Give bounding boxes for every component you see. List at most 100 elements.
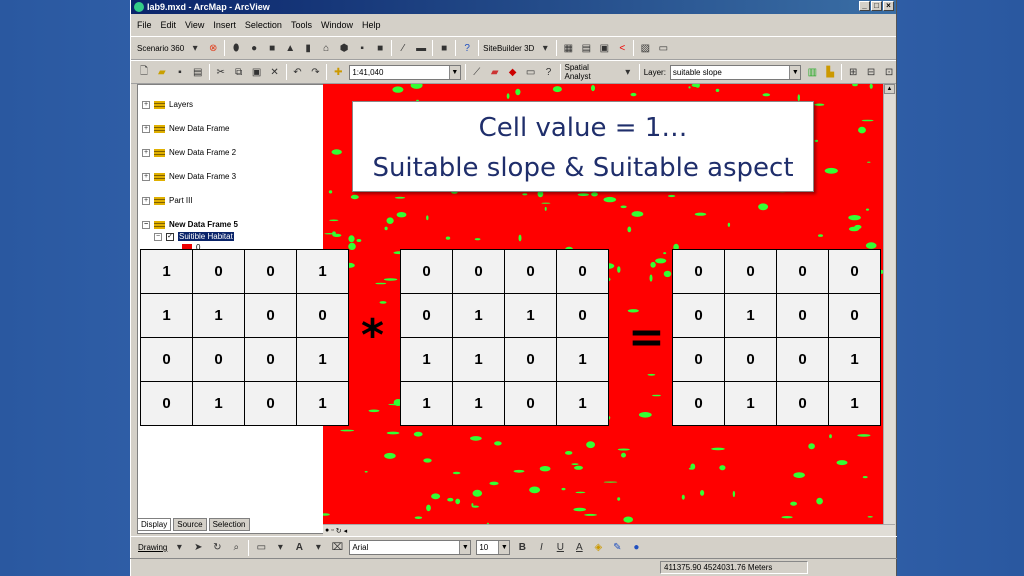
italic-icon[interactable]: I <box>534 541 548 555</box>
tree-icon[interactable]: ⌂ <box>319 41 333 55</box>
menu-window[interactable]: Window <box>321 20 353 30</box>
dropdown-arrow-icon[interactable]: ▾ <box>621 65 635 79</box>
arctoolbox-icon[interactable]: ▰ <box>488 65 502 79</box>
data-view-icon[interactable]: ● <box>325 527 329 534</box>
paste-icon[interactable]: ▣ <box>250 65 264 79</box>
delete-icon[interactable]: ✕ <box>268 65 282 79</box>
dropdown-arrow-icon[interactable]: ▾ <box>538 41 552 55</box>
line-color-icon[interactable]: ✎ <box>610 541 624 555</box>
new-document-icon[interactable]: 🗋 <box>137 65 151 79</box>
tab-display[interactable]: Display <box>137 518 172 531</box>
table-tool-icon[interactable]: ▤ <box>579 41 593 55</box>
menu-tools[interactable]: Tools <box>291 20 312 30</box>
toc-item-new-data-frame-5[interactable]: − New Data Frame 5 <box>142 220 238 229</box>
chevron-down-icon[interactable]: ▼ <box>459 541 471 554</box>
block-icon[interactable]: ▮ <box>301 41 315 55</box>
underline-icon[interactable]: U <box>553 541 567 555</box>
expand-icon[interactable]: + <box>142 148 150 157</box>
bold-icon[interactable]: B <box>515 541 529 555</box>
grid-tool-icon[interactable]: ▦ <box>561 41 575 55</box>
chevron-down-icon[interactable]: ▼ <box>789 65 801 79</box>
scroll-left-icon[interactable]: ◂ <box>344 527 348 535</box>
whats-this-icon[interactable]: ? <box>542 65 556 79</box>
save-icon[interactable]: ▪ <box>173 65 187 79</box>
layer-visibility-checkbox[interactable]: ✓ <box>166 232 174 241</box>
sitebuilder-dropdown[interactable]: SiteBuilder 3D <box>483 44 534 53</box>
expand-icon[interactable]: + <box>142 100 150 109</box>
tab-source[interactable]: Source <box>173 518 207 531</box>
polyhedron-icon[interactable]: ⬢ <box>337 41 351 55</box>
scroll-up-icon[interactable]: ▲ <box>884 84 895 94</box>
fill-icon[interactable]: ▬ <box>414 41 428 55</box>
copy-icon[interactable]: ⧉ <box>232 65 246 79</box>
cube-icon[interactable]: ■ <box>265 41 279 55</box>
cut-icon[interactable]: ✂ <box>214 65 228 79</box>
window-icon[interactable]: ▭ <box>656 41 670 55</box>
toc-item-new-data-frame-2[interactable]: + New Data Frame 2 <box>142 148 236 157</box>
line-icon[interactable]: ⁄ <box>396 41 410 55</box>
tab-selection[interactable]: Selection <box>208 518 250 531</box>
fill-color-icon[interactable]: ◈ <box>591 541 605 555</box>
toolbox-icon[interactable]: ◆ <box>506 65 520 79</box>
toc-item-new-data-frame-3[interactable]: + New Data Frame 3 <box>142 172 236 181</box>
rotate-icon[interactable]: ↻ <box>210 541 224 555</box>
spatial-analyst-menu[interactable]: Spatial Analyst <box>565 63 617 81</box>
drawing-menu[interactable]: Drawing <box>138 543 167 552</box>
refresh-icon[interactable]: ↻ <box>336 527 342 535</box>
undo-icon[interactable]: ↶ <box>291 65 305 79</box>
add-data-icon[interactable]: ✚ <box>331 65 345 79</box>
chevron-down-icon[interactable]: ▼ <box>448 65 460 79</box>
menu-file[interactable]: File <box>137 20 152 30</box>
minimize-button[interactable]: _ <box>859 1 870 11</box>
scenario-icon[interactable]: ⊗ <box>206 41 220 55</box>
expand-icon[interactable]: + <box>142 196 150 205</box>
zoom-layer-icon[interactable]: ⊞ <box>846 65 860 79</box>
dropdown-arrow-icon[interactable]: ▾ <box>273 541 287 555</box>
vertical-scrollbar[interactable]: ▲ <box>883 84 895 524</box>
expand-icon[interactable]: + <box>142 124 150 133</box>
open-folder-icon[interactable]: ▰ <box>155 65 169 79</box>
print-icon[interactable]: ▤ <box>191 65 205 79</box>
menu-insert[interactable]: Insert <box>213 20 236 30</box>
triangle-icon[interactable]: ▲ <box>283 41 297 55</box>
frame-tool-icon[interactable]: ▣ <box>597 41 611 55</box>
toc-item-part-iii[interactable]: + Part III <box>142 196 193 205</box>
font-color-icon[interactable]: A <box>572 541 586 555</box>
chevron-down-icon[interactable]: ▼ <box>498 541 510 554</box>
toc-layer-suitible-habitat[interactable]: − ✓ Suitible Habitat <box>154 232 234 241</box>
dropdown-arrow-icon[interactable]: ▾ <box>188 41 202 55</box>
command-window-icon[interactable]: ▭ <box>524 65 538 79</box>
callout-icon[interactable]: ⌧ <box>330 541 344 555</box>
font-size-combo[interactable]: 10 ▼ <box>476 540 511 555</box>
collapse-icon[interactable]: − <box>154 232 162 241</box>
selected-layer-label[interactable]: Suitible Habitat <box>178 232 234 241</box>
menu-view[interactable]: View <box>185 20 204 30</box>
collapse-icon[interactable]: − <box>142 220 150 229</box>
editor-icon[interactable]: ⟋ <box>470 65 484 79</box>
angle-tool-icon[interactable]: < <box>615 41 629 55</box>
sphere-icon[interactable]: ● <box>247 41 261 55</box>
font-combo[interactable]: Arial ▼ <box>349 540 472 555</box>
marker-color-icon[interactable]: ● <box>629 541 643 555</box>
redo-icon[interactable]: ↷ <box>308 65 322 79</box>
layer-props-icon[interactable]: ⊡ <box>882 65 896 79</box>
close-button[interactable]: × <box>883 1 894 11</box>
expand-icon[interactable]: + <box>142 172 150 181</box>
scenario-dropdown[interactable]: Scenario 360 <box>137 44 184 53</box>
toc-item-new-data-frame[interactable]: + New Data Frame <box>142 124 229 133</box>
properties-icon[interactable]: ▧ <box>638 41 652 55</box>
maximize-button[interactable]: □ <box>871 1 882 11</box>
square-icon[interactable]: ■ <box>373 41 387 55</box>
map-scale-combo[interactable]: 1:41,040 ▼ <box>349 64 461 80</box>
dropdown-arrow-icon[interactable]: ▾ <box>311 541 325 555</box>
chart-icon[interactable]: ▙ <box>823 65 837 79</box>
menu-edit[interactable]: Edit <box>161 20 177 30</box>
dropdown-arrow-icon[interactable]: ▾ <box>172 541 186 555</box>
menu-help[interactable]: Help <box>362 20 381 30</box>
menu-selection[interactable]: Selection <box>245 20 282 30</box>
histogram-icon[interactable]: ▥ <box>805 65 819 79</box>
layout-view-icon[interactable]: ▫ <box>331 527 333 534</box>
pin-icon[interactable]: ⬮ <box>229 41 243 55</box>
box-icon[interactable]: ▪ <box>355 41 369 55</box>
text-tool-icon[interactable]: A <box>292 541 306 555</box>
